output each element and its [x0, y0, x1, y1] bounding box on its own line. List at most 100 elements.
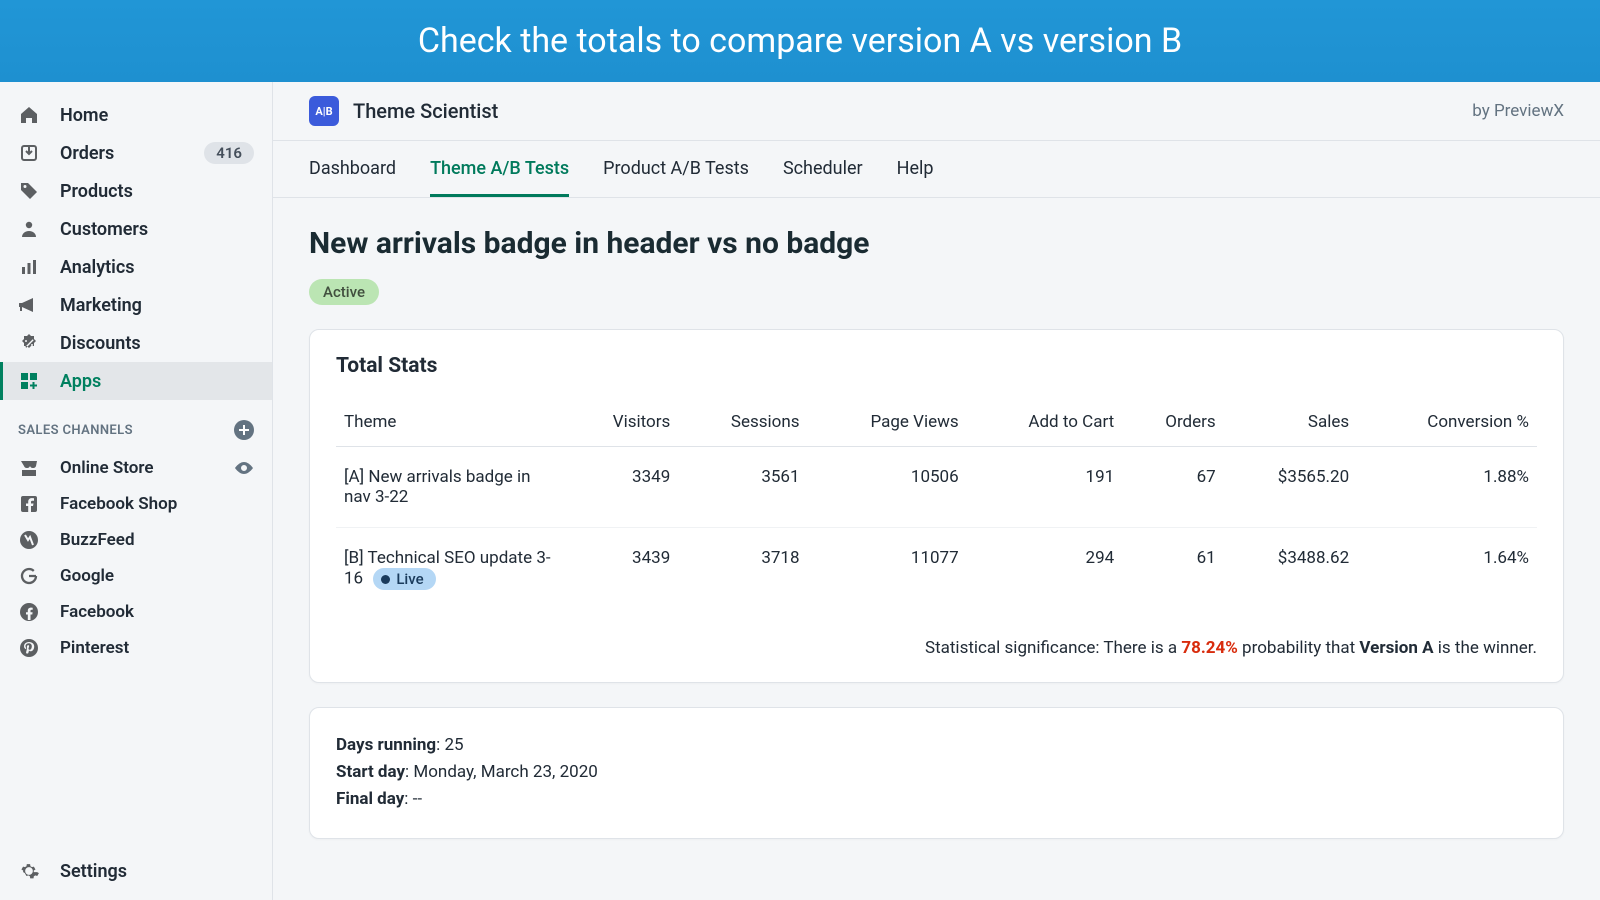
store-icon — [18, 457, 40, 479]
channel-label: BuzzFeed — [60, 530, 135, 550]
total-stats-card: Total Stats Theme Visitors Sessions Page… — [309, 329, 1564, 683]
significance-line: Statistical significance: There is a 78.… — [336, 610, 1537, 658]
cell-theme: [B] Technical SEO update 3-16 Live — [336, 528, 566, 611]
sidebar-item-settings[interactable]: Settings — [0, 848, 272, 900]
cell-value: 3561 — [678, 447, 807, 528]
meta-card: Days running: 25 Start day: Monday, Marc… — [309, 707, 1564, 839]
cell-theme: [A] New arrivals badge in nav 3-22 — [336, 447, 566, 528]
col-conversion: Conversion % — [1357, 400, 1537, 447]
gear-icon — [18, 860, 40, 882]
col-pageviews: Page Views — [808, 400, 967, 447]
sidebar-item-label: Apps — [60, 371, 254, 392]
col-visitors: Visitors — [566, 400, 678, 447]
channel-online-store[interactable]: Online Store — [0, 450, 272, 486]
sidebar-item-marketing[interactable]: Marketing — [0, 286, 272, 324]
sidebar-item-apps[interactable]: Apps — [0, 362, 272, 400]
cell-value: 3718 — [678, 528, 807, 611]
channel-pinterest[interactable]: Pinterest — [0, 630, 272, 666]
sidebar-item-home[interactable]: Home — [0, 96, 272, 134]
table-row: [B] Technical SEO update 3-16 Live343937… — [336, 528, 1537, 611]
channel-google[interactable]: Google — [0, 558, 272, 594]
tabs: Dashboard Theme A/B Tests Product A/B Te… — [273, 141, 1600, 198]
page-title: New arrivals badge in header vs no badge — [309, 226, 1564, 261]
col-theme: Theme — [336, 400, 566, 447]
sig-prefix: Statistical significance: There is a — [925, 638, 1181, 658]
sidebar-item-label: Marketing — [60, 295, 254, 316]
days-running: Days running: 25 — [336, 732, 1537, 759]
sidebar-item-label: Home — [60, 105, 254, 126]
sidebar-item-analytics[interactable]: Analytics — [0, 248, 272, 286]
facebook-circle-icon — [18, 601, 40, 623]
channel-label: Pinterest — [60, 638, 129, 658]
sidebar: Home Orders 416 Products Customers Analy… — [0, 82, 272, 900]
cell-value: 1.88% — [1357, 447, 1537, 528]
channel-facebook-shop[interactable]: Facebook Shop — [0, 486, 272, 522]
sidebar-item-label: Analytics — [60, 257, 254, 278]
cell-value: 191 — [967, 447, 1123, 528]
sig-suffix: is the winner. — [1434, 638, 1537, 658]
cell-value: 61 — [1122, 528, 1223, 611]
section-label: SALES CHANNELS — [18, 423, 133, 438]
tag-icon — [18, 180, 40, 202]
sidebar-item-label: Customers — [60, 219, 254, 240]
apps-icon — [18, 370, 40, 392]
cell-value: 294 — [967, 528, 1123, 611]
cell-value: 3439 — [566, 528, 678, 611]
app-logo: A|B — [309, 96, 339, 126]
home-icon — [18, 104, 40, 126]
sidebar-item-products[interactable]: Products — [0, 172, 272, 210]
cell-value: 3349 — [566, 447, 678, 528]
google-icon — [18, 565, 40, 587]
app-title: Theme Scientist — [353, 99, 498, 123]
sales-channels-header: SALES CHANNELS — [0, 400, 272, 450]
sidebar-item-discounts[interactable]: Discounts — [0, 324, 272, 362]
final-day: Final day: -- — [336, 786, 1537, 813]
add-channel-icon[interactable] — [234, 420, 254, 440]
sidebar-item-orders[interactable]: Orders 416 — [0, 134, 272, 172]
live-badge: Live — [373, 568, 435, 590]
pinterest-icon — [18, 637, 40, 659]
sig-percent: 78.24% — [1181, 638, 1238, 658]
cell-value: 11077 — [808, 528, 967, 611]
tab-scheduler[interactable]: Scheduler — [783, 141, 863, 197]
cell-value: 67 — [1122, 447, 1223, 528]
col-sales: Sales — [1224, 400, 1357, 447]
col-add-to-cart: Add to Cart — [967, 400, 1123, 447]
cell-value: $3488.62 — [1224, 528, 1357, 611]
cell-value: 10506 — [808, 447, 967, 528]
promo-banner: Check the totals to compare version A vs… — [0, 0, 1600, 82]
app-vendor: by PreviewX — [1472, 101, 1564, 121]
channel-label: Online Store — [60, 458, 234, 478]
col-orders: Orders — [1122, 400, 1223, 447]
cell-value: 1.64% — [1357, 528, 1537, 611]
sidebar-item-label: Settings — [60, 861, 127, 882]
megaphone-icon — [18, 294, 40, 316]
channel-label: Facebook Shop — [60, 494, 177, 514]
discount-icon — [18, 332, 40, 354]
channel-buzzfeed[interactable]: BuzzFeed — [0, 522, 272, 558]
eye-icon[interactable] — [234, 458, 254, 478]
table-row: [A] New arrivals badge in nav 3-22334935… — [336, 447, 1537, 528]
orders-count-badge: 416 — [204, 142, 254, 164]
content: New arrivals badge in header vs no badge… — [273, 198, 1600, 900]
tab-product-ab-tests[interactable]: Product A/B Tests — [603, 141, 749, 197]
bar-chart-icon — [18, 256, 40, 278]
stats-table: Theme Visitors Sessions Page Views Add t… — [336, 400, 1537, 610]
person-icon — [18, 218, 40, 240]
tab-dashboard[interactable]: Dashboard — [309, 141, 396, 197]
cell-value: $3565.20 — [1224, 447, 1357, 528]
tab-theme-ab-tests[interactable]: Theme A/B Tests — [430, 141, 569, 197]
start-day: Start day: Monday, March 23, 2020 — [336, 759, 1537, 786]
app-header: A|B Theme Scientist by PreviewX — [273, 82, 1600, 141]
channel-label: Facebook — [60, 602, 134, 622]
tab-help[interactable]: Help — [897, 141, 934, 197]
sidebar-item-label: Products — [60, 181, 254, 202]
channel-label: Google — [60, 566, 114, 586]
inbox-icon — [18, 142, 40, 164]
channel-facebook[interactable]: Facebook — [0, 594, 272, 630]
col-sessions: Sessions — [678, 400, 807, 447]
card-heading: Total Stats — [336, 354, 1537, 378]
sidebar-item-label: Discounts — [60, 333, 254, 354]
facebook-square-icon — [18, 493, 40, 515]
sidebar-item-customers[interactable]: Customers — [0, 210, 272, 248]
